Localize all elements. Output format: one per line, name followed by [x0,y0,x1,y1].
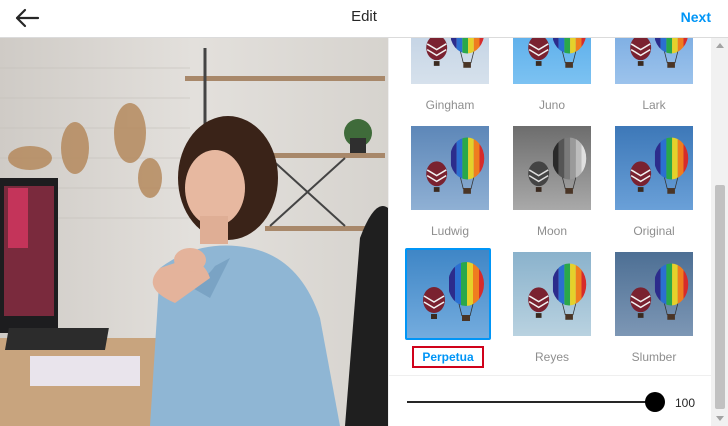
filter-label: Gingham [425,98,475,112]
filter-label: Original [633,224,675,238]
filter-grid: Gingham Juno Lark Ludwig Moon Original P… [389,38,711,375]
scroll-thumb[interactable] [715,185,725,409]
slider-handle[interactable] [645,392,665,412]
page-title: Edit [351,8,377,25]
filter-original[interactable]: Original [611,124,697,238]
filter-gingham[interactable]: Gingham [407,38,493,112]
filter-thumbnail [613,38,695,86]
scroll-up-arrow-icon[interactable] [716,43,724,48]
filter-juno[interactable]: Juno [509,38,595,112]
filter-label: Ludwig [430,224,470,238]
filter-thumbnail [511,38,593,86]
filter-thumbnail [405,248,491,340]
filter-thumbnail [409,124,491,212]
photo-preview [0,38,388,426]
filter-label: Reyes [534,350,569,364]
filter-label: Lark [642,98,666,112]
filter-thumbnail [511,250,593,338]
filter-ludwig[interactable]: Ludwig [407,124,493,238]
photo-image [0,38,388,426]
filter-label: Perpetua [412,346,484,368]
filters-panel: Gingham Juno Lark Ludwig Moon Original P… [388,38,728,426]
filter-label: Slumber [631,350,677,364]
filter-thumbnail [511,124,593,212]
filter-reyes[interactable]: Reyes [509,250,595,364]
filter-thumbnail [613,250,695,338]
filter-label: Moon [536,224,568,238]
scroll-down-arrow-icon[interactable] [716,416,724,421]
filter-thumbnail [409,38,491,86]
filter-perpetua[interactable]: Perpetua [405,248,491,368]
scrollbar[interactable] [711,38,728,426]
next-button[interactable]: Next [681,0,711,34]
filter-strength-slider: 100 [389,375,711,426]
filter-label: Juno [538,98,566,112]
slider-track[interactable] [407,401,655,403]
filter-slumber[interactable]: Slumber [611,250,697,364]
edit-header: Edit Next [0,0,728,38]
slider-value: 100 [675,396,696,410]
filter-thumbnail [613,124,695,212]
filter-lark[interactable]: Lark [611,38,697,112]
filter-moon[interactable]: Moon [509,124,595,238]
